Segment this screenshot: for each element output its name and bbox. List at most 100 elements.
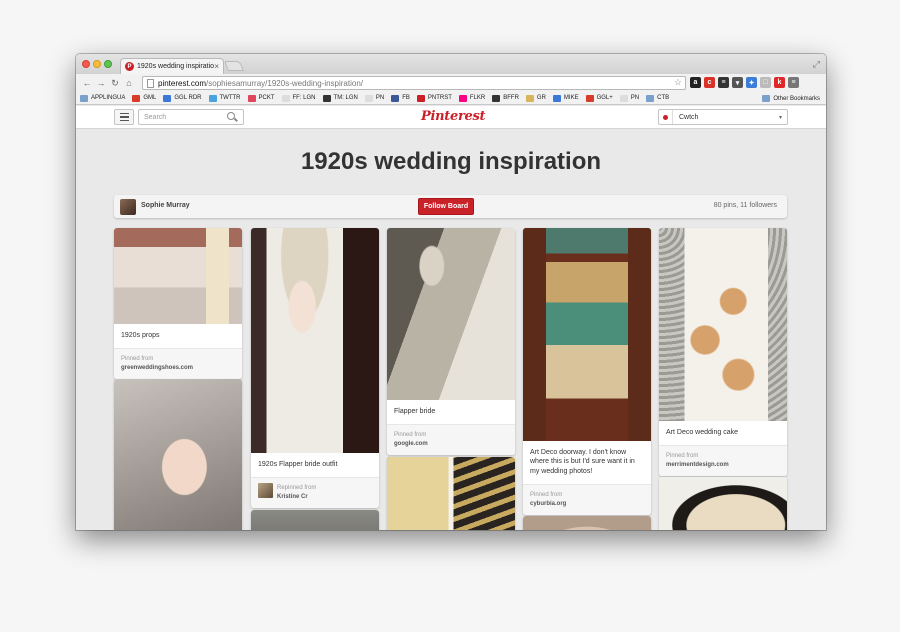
browser-tab[interactable]: P 1920s wedding inspiratio × — [120, 58, 224, 74]
follow-board-button[interactable]: Follow Board — [418, 198, 474, 215]
pin-image-props[interactable] — [114, 228, 242, 324]
attribution-label: Repinned from — [277, 485, 317, 492]
zoom-window-button[interactable] — [104, 60, 112, 68]
globe-icon — [322, 94, 331, 102]
attribution-source[interactable]: greenweddingshoes.com — [121, 364, 235, 373]
address-bar[interactable]: pinterest.com /sophiesamurray/1920s-wedd… — [142, 76, 686, 90]
attribution-source[interactable]: merrimentdesign.com — [666, 461, 780, 470]
bookmark-label: PNTRST — [427, 95, 452, 101]
board-content: 1920s wedding inspiration Sophie Murray … — [76, 130, 826, 530]
bookmark-item[interactable]: APPLINGUA — [80, 94, 125, 102]
pin-card[interactable]: Flapper bride Pinned from google.com — [387, 228, 515, 455]
home-icon[interactable]: ⌂ — [122, 78, 136, 88]
pin-image-art-deco-invites[interactable] — [387, 457, 515, 530]
board-info-bar: Sophie Murray Follow Board 80 pins, 11 f… — [114, 195, 787, 218]
lastpass-icon[interactable]: ✦ — [746, 77, 757, 88]
bookmark-item[interactable]: PCKT — [247, 94, 275, 102]
pin-card[interactable]: Art Deco wedding cake Pinned from merrim… — [659, 228, 787, 476]
attribution-source[interactable]: google.com — [394, 440, 508, 449]
google-icon — [552, 94, 561, 102]
pin-image-bracelet[interactable] — [114, 379, 242, 530]
pin-card[interactable] — [387, 457, 515, 530]
minimize-window-button[interactable] — [93, 60, 101, 68]
bookmark-label: FF: LGN — [292, 95, 316, 101]
bookmark-item[interactable]: CTB — [646, 94, 670, 102]
bookmark-label: BFFR — [503, 95, 519, 101]
pin-card[interactable] — [251, 510, 379, 530]
new-tab-button[interactable] — [224, 61, 244, 71]
pin-image[interactable] — [659, 477, 787, 530]
owner-name[interactable]: Sophie Murray — [141, 202, 190, 209]
pocket-icon — [247, 94, 256, 102]
attribution-source[interactable]: Kristine Cr — [277, 493, 372, 502]
chrome-menu-icon[interactable]: ≡ — [788, 77, 799, 88]
close-window-button[interactable] — [82, 60, 90, 68]
bookmark-item[interactable]: PN — [619, 94, 639, 102]
forward-icon[interactable]: → — [94, 78, 108, 88]
pin-card[interactable] — [523, 516, 651, 530]
bookmark-label: CTB — [657, 95, 670, 101]
pin-description: Flapper bride — [394, 408, 436, 415]
pin-attribution: Pinned from cyburbia.org — [523, 484, 651, 515]
pin-image[interactable] — [523, 516, 651, 530]
bookmark-item[interactable]: GGL RDR — [163, 94, 202, 102]
pin-image[interactable] — [251, 510, 379, 530]
pin-description: 1920s props — [121, 332, 160, 339]
pin-image-art-deco-doorway[interactable] — [523, 228, 651, 441]
bookmark-item[interactable]: BFFR — [492, 94, 519, 102]
page-icon — [281, 94, 290, 102]
other-bookmarks[interactable]: Other Bookmarks — [762, 95, 820, 102]
user-menu[interactable]: Cwtch ▾ — [658, 109, 788, 125]
attribution-source[interactable]: cyburbia.org — [530, 500, 644, 509]
bookmark-item[interactable]: TM: LGN — [322, 94, 358, 102]
bookmark-item[interactable]: FF: LGN — [281, 94, 316, 102]
gmail-icon — [132, 94, 141, 102]
board-stats: 80 pins, 11 followers — [713, 202, 777, 209]
tab-close-icon[interactable]: × — [214, 62, 219, 71]
reload-icon[interactable]: ↻ — [108, 78, 122, 89]
bookmark-item[interactable]: MIKE — [552, 94, 579, 102]
pinterest-icon — [416, 94, 425, 102]
pinterest-favicon-icon: P — [125, 62, 134, 71]
bookmark-item[interactable]: PNTRST — [416, 94, 452, 102]
search-icon[interactable] — [227, 112, 235, 120]
bookmark-item[interactable]: FB — [391, 94, 410, 102]
bookmark-star-icon[interactable]: ☆ — [674, 77, 682, 88]
fullscreen-icon[interactable]: ⤢ — [813, 59, 820, 70]
browser-window: P 1920s wedding inspiratio × ⤢ ← → ↻ ⌂ p… — [76, 54, 826, 530]
pin-image-flapper-outfit[interactable] — [251, 228, 379, 453]
pin-image-flapper-bride[interactable] — [387, 228, 515, 400]
bookmark-label: MIKE — [563, 95, 579, 101]
pin-image-art-deco-cake[interactable] — [659, 228, 787, 421]
owner-avatar[interactable] — [120, 199, 136, 215]
pocket-icon[interactable]: ▾ — [732, 77, 743, 88]
bookmark-item[interactable]: GR — [525, 94, 546, 102]
bookmark-label: GGL+ — [596, 95, 613, 101]
bookmark-label: PCKT — [258, 95, 275, 101]
bookmark-label: GR — [536, 95, 546, 101]
bookmark-item[interactable]: GML — [132, 94, 156, 102]
pin-card[interactable]: 1920s props Pinned from greenweddingshoe… — [114, 228, 242, 379]
amazon-icon[interactable]: a — [690, 77, 701, 88]
pin-card[interactable]: Art Deco doorway. I don't know where thi… — [523, 228, 651, 515]
pin-card[interactable]: 1920s Flapper bride outfit Repinned from… — [251, 228, 379, 508]
klout-icon[interactable]: k — [774, 77, 785, 88]
pinterest-logo[interactable]: Pinterest — [421, 109, 485, 124]
bookmark-item[interactable]: FLKR — [458, 94, 485, 102]
back-icon[interactable]: ← — [80, 78, 94, 88]
pin-card[interactable] — [659, 477, 787, 530]
reader-icon — [163, 94, 172, 102]
pin-description: Art Deco doorway. I don't know where thi… — [530, 449, 635, 475]
doc-icon[interactable]: □ — [760, 77, 771, 88]
bookmark-item[interactable]: PN — [364, 94, 384, 102]
repinner-avatar[interactable] — [258, 483, 273, 499]
menu-button[interactable] — [114, 109, 134, 125]
chevron-down-icon: ▾ — [778, 115, 782, 121]
bookmark-item[interactable]: TWTTR — [208, 94, 241, 102]
pin-card[interactable] — [114, 379, 242, 530]
readability-icon[interactable]: c — [704, 77, 715, 88]
buffer-icon[interactable]: ≡ — [718, 77, 729, 88]
hamburger-icon — [119, 112, 129, 115]
search-placeholder: Search — [144, 113, 167, 121]
bookmark-item[interactable]: GGL+ — [585, 94, 613, 102]
